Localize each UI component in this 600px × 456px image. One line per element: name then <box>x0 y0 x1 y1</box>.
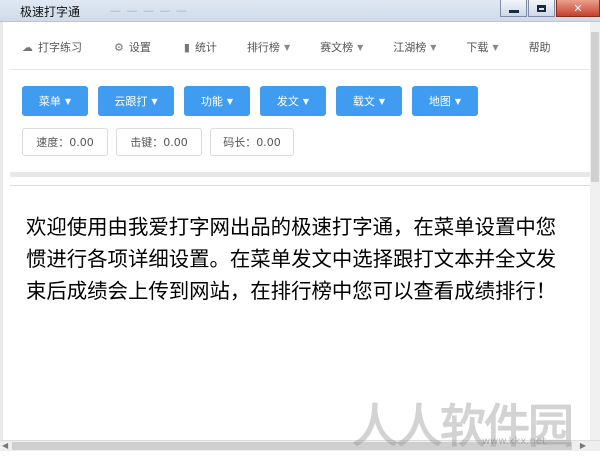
menu-item-label: 打字练习 <box>38 41 82 54</box>
cloud-icon: ☁ <box>22 40 33 54</box>
menu-item-label: 赛文榜 <box>320 41 354 54</box>
menu-bar: ☁ 打字练习 ⚙ 设置 ▮ 统计 排行榜 ▼ 赛文榜 ▼ 江湖榜 ▼ 下载 ▼ … <box>10 26 590 68</box>
scroll-left-icon[interactable]: ◀ <box>2 441 8 450</box>
toolbar: 菜单 ▼ 云跟打 ▼ 功能 ▼ 发文 ▼ 载文 ▼ 地图 ▼ <box>22 86 488 116</box>
button-label: 功能 <box>200 95 223 108</box>
load-text-button[interactable]: 载文 ▼ <box>336 86 402 116</box>
title-bar-faded-text: — — — — — <box>110 4 188 17</box>
maximize-button[interactable] <box>528 0 555 17</box>
menu-item-label: 排行榜 <box>246 41 280 54</box>
button-label: 菜单 <box>38 95 61 108</box>
menu-item-label: 帮助 <box>528 41 551 54</box>
keystroke-stat: 击键：0.00 <box>116 128 202 156</box>
minimize-icon <box>508 9 519 13</box>
text-line: 欢迎使用由我爱打字网出品的极速打字通，在菜单设置中您 <box>26 215 557 239</box>
chevron-down-icon: ▼ <box>492 42 499 52</box>
menu-divider <box>10 69 590 70</box>
chevron-down-icon: ▼ <box>151 96 158 106</box>
menu-item-typing-practice[interactable]: ☁ 打字练习 <box>22 39 82 55</box>
progress-bar <box>10 172 590 177</box>
vertical-scrollbar[interactable] <box>590 22 600 440</box>
chevron-down-icon: ▼ <box>226 96 234 106</box>
chevron-down-icon: ▼ <box>302 96 310 106</box>
speed-stat: 速度：0.00 <box>22 128 108 156</box>
close-button[interactable]: ✕ <box>556 0 600 17</box>
menu-item-label: 江湖榜 <box>393 41 427 54</box>
text-line: 惯进行各项详细设置。在菜单发文中选择跟打文本并全文发 <box>26 247 557 271</box>
menu-item-ranking[interactable]: 排行榜 ▼ <box>247 39 290 55</box>
send-text-button[interactable]: 发文 ▼ <box>260 86 326 116</box>
chevron-down-icon: ▼ <box>454 96 462 106</box>
code-length-stat: 码长：0.00 <box>210 128 294 156</box>
menu-item-label: 统计 <box>194 41 217 54</box>
bar-chart-icon: ▮ <box>183 40 190 54</box>
chevron-down-icon: ▼ <box>64 96 72 106</box>
cloud-follow-button[interactable]: 云跟打 ▼ <box>98 86 174 116</box>
map-button[interactable]: 地图 ▼ <box>412 86 478 116</box>
left-edge <box>0 22 3 440</box>
chevron-down-icon: ▼ <box>283 42 291 52</box>
button-label: 发文 <box>276 95 299 108</box>
button-label: 载文 <box>352 95 375 108</box>
menu-item-settings[interactable]: ⚙ 设置 <box>114 39 151 55</box>
button-label: 云跟打 <box>114 95 148 108</box>
function-button[interactable]: 功能 ▼ <box>184 86 250 116</box>
text-line: 束后成绩会上传到网站，在排行榜中您可以查看成绩排行！ <box>26 279 557 303</box>
menu-item-label: 设置 <box>128 41 151 54</box>
menu-button[interactable]: 菜单 ▼ <box>22 86 88 116</box>
menu-item-download[interactable]: 下载 ▼ <box>466 39 498 55</box>
menu-item-label: 下载 <box>466 41 489 54</box>
title-bar: 极速打字通 — — — — — ✕ <box>0 0 600 22</box>
button-label: 地图 <box>428 95 451 108</box>
window-controls: ✕ <box>499 0 600 18</box>
maximize-icon <box>537 4 546 12</box>
vertical-scroll-thumb[interactable] <box>591 32 599 182</box>
chevron-down-icon: ▼ <box>357 42 364 52</box>
stats-bar: 速度：0.00 击键：0.00 码长：0.00 <box>22 128 302 156</box>
window-title: 极速打字通 <box>20 5 81 19</box>
chevron-down-icon: ▼ <box>430 42 437 52</box>
watermark-url: www.kkx.net <box>482 436 546 447</box>
minimize-button[interactable] <box>500 0 527 17</box>
chevron-down-icon: ▼ <box>378 96 386 106</box>
scroll-right-icon[interactable]: ▶ <box>580 441 586 450</box>
menu-item-stats[interactable]: ▮ 统计 <box>184 39 217 55</box>
gear-icon: ⚙ <box>114 40 124 54</box>
menu-item-race-ranking[interactable]: 赛文榜 ▼ <box>320 39 363 55</box>
menu-item-jianghu-ranking[interactable]: 江湖榜 ▼ <box>393 39 436 55</box>
close-icon: ✕ <box>573 1 583 15</box>
menu-item-help[interactable]: 帮助 <box>529 39 551 55</box>
